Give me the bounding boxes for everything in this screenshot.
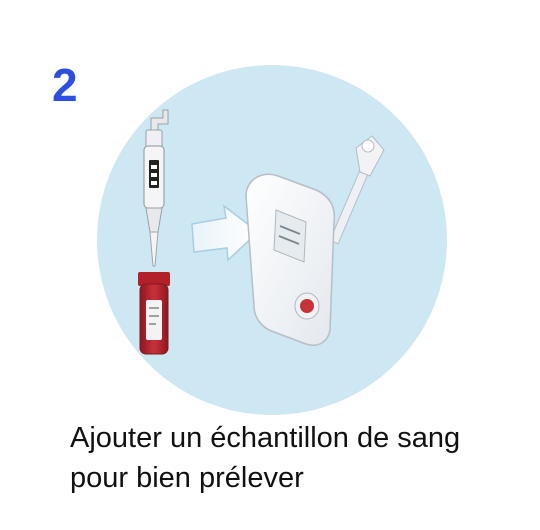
caption-line-2: pour bien prélever <box>70 462 304 494</box>
blood-sample-tube-icon <box>138 272 170 355</box>
caption-line-1: Ajouter un échantillon de sang <box>70 422 461 454</box>
caption: Ajouter un échantillon de sang pour bien… <box>70 418 530 498</box>
illustration <box>97 65 447 415</box>
